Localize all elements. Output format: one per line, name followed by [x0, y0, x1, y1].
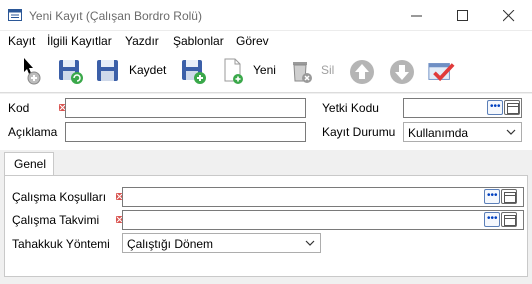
ellipsis-icon: •••	[490, 101, 501, 112]
working-calendar-input[interactable]	[122, 210, 524, 230]
working-calendar-lookup-button[interactable]: •••	[484, 212, 500, 227]
menu-item-kayit[interactable]: Kayıt	[8, 34, 35, 48]
menu-item-ilgili-kayitlar[interactable]: İlgili Kayıtlar	[47, 34, 112, 48]
working-calendar-list-button[interactable]	[501, 212, 517, 227]
save-button[interactable]: Kaydet	[129, 63, 166, 77]
arrow-up-icon[interactable]	[348, 56, 376, 86]
working-conditions-label: Çalışma Koşulları	[12, 190, 107, 204]
record-status-select[interactable]: Kullanımda	[403, 122, 522, 142]
minimize-button[interactable]	[394, 0, 440, 31]
chevron-down-icon	[305, 240, 315, 246]
maximize-button[interactable]	[440, 0, 486, 31]
working-conditions-list-button[interactable]	[501, 189, 517, 204]
header-form: Kod Açıklama Yetki Kodu ••• Kayıt Durumu…	[0, 94, 532, 150]
save-and-new-icon[interactable]	[180, 56, 208, 86]
ellipsis-icon: •••	[487, 190, 498, 201]
working-conditions-input[interactable]	[122, 187, 524, 207]
recycle-bin-icon[interactable]	[287, 56, 315, 86]
delete-button[interactable]: Sil	[321, 63, 334, 77]
authority-code-label: Yetki Kodu	[322, 101, 379, 115]
approve-check-icon[interactable]	[427, 56, 455, 86]
menu-bar: Kayıt İlgili Kayıtlar Yazdır Şablonlar G…	[0, 31, 532, 51]
accrual-method-select[interactable]: Çalıştığı Dönem	[122, 233, 321, 253]
minimize-icon	[411, 15, 422, 17]
tab-strip: Genel	[0, 150, 532, 176]
authority-code-lookup-button[interactable]: •••	[487, 100, 503, 115]
menu-item-gorev[interactable]: Görev	[236, 34, 269, 48]
general-tab-panel: Çalışma Koşulları ••• Çalışma Takvimi ••…	[4, 175, 528, 277]
new-document-icon[interactable]	[220, 56, 248, 86]
record-status-label: Kayıt Durumu	[322, 125, 396, 139]
form-window-icon	[8, 9, 22, 21]
menu-item-sablonlar[interactable]: Şablonlar	[173, 34, 224, 48]
working-conditions-lookup-button[interactable]: •••	[484, 189, 500, 204]
code-input[interactable]	[65, 98, 306, 118]
select-pointer-icon[interactable]	[20, 56, 48, 86]
accrual-method-value: Çalıştığı Dönem	[127, 237, 214, 251]
description-label: Açıklama	[8, 125, 58, 139]
tab-general-label: Genel	[14, 157, 47, 171]
save-and-refresh-icon[interactable]	[57, 56, 85, 86]
menu-item-yazdir[interactable]: Yazdır	[125, 34, 159, 48]
new-button[interactable]: Yeni	[253, 63, 276, 77]
ellipsis-icon: •••	[487, 213, 498, 224]
close-icon	[503, 10, 515, 22]
window-title: Yeni Kayıt (Çalışan Bordro Rolü)	[29, 9, 202, 23]
working-calendar-label: Çalışma Takvimi	[12, 213, 100, 227]
accrual-method-label: Tahakkuk Yöntemi	[12, 237, 110, 251]
close-button[interactable]	[486, 0, 532, 31]
description-input[interactable]	[65, 122, 306, 142]
code-label: Kod	[8, 101, 30, 115]
maximize-icon	[457, 10, 468, 21]
save-icon[interactable]	[94, 56, 122, 86]
toolbar: Kaydet Yeni Sil	[0, 51, 532, 93]
authority-code-list-button[interactable]	[504, 100, 520, 115]
record-status-value: Kullanımda	[408, 126, 469, 140]
tab-general[interactable]: Genel	[4, 152, 54, 176]
chevron-down-icon	[506, 129, 516, 135]
arrow-down-icon[interactable]	[388, 56, 416, 86]
title-bar: Yeni Kayıt (Çalışan Bordro Rolü)	[0, 0, 532, 31]
